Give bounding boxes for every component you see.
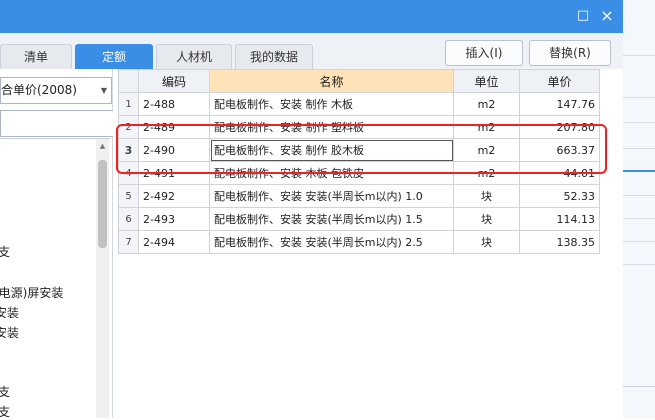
- table-header-row: 编码 名称 单位 单价: [118, 69, 600, 93]
- replace-button[interactable]: 替换(R): [529, 40, 611, 66]
- column-header-name[interactable]: 名称: [209, 69, 454, 93]
- column-header-code[interactable]: 编码: [138, 69, 210, 93]
- price-cell[interactable]: 114.13: [519, 207, 600, 231]
- scroll-up-icon[interactable]: ▲: [96, 141, 109, 151]
- code-cell[interactable]: 2-494: [138, 230, 210, 254]
- code-cell[interactable]: 2-492: [138, 184, 210, 208]
- unit-cell[interactable]: 块: [453, 184, 520, 208]
- tree-item[interactable]: 支: [0, 383, 10, 400]
- row-number-header: [118, 69, 139, 93]
- row-number[interactable]: 7: [118, 230, 139, 254]
- reference-select-value: 综合单价(2008): [1, 83, 77, 97]
- insert-button[interactable]: 插入(I): [445, 40, 523, 66]
- row-number[interactable]: 6: [118, 207, 139, 231]
- tree-item[interactable]: (电源)屏安装: [0, 284, 63, 301]
- name-cell[interactable]: 配电板制作、安装 安装(半周长m以内) 2.5: [209, 230, 454, 254]
- unit-cell[interactable]: m2: [453, 92, 520, 116]
- background-selected-line: [623, 170, 655, 172]
- tree-item[interactable]: 安装: [0, 304, 19, 321]
- maximize-icon[interactable]: □: [574, 7, 592, 25]
- row-number[interactable]: 5: [118, 184, 139, 208]
- background-spreadsheet: [623, 0, 655, 418]
- table-row[interactable]: 6 2-493 配电板制作、安装 安装(半周长m以内) 1.5 块 114.13: [118, 207, 600, 231]
- tab-labor-material-machine[interactable]: 人材机: [156, 44, 232, 69]
- background-grid-line: [623, 148, 655, 149]
- close-icon[interactable]: ×: [598, 7, 616, 25]
- table-row[interactable]: 7 2-494 配电板制作、安装 安装(半周长m以内) 2.5 块 138.35: [118, 230, 600, 254]
- red-highlight-annotation: [116, 124, 607, 174]
- name-cell[interactable]: 配电板制作、安装 安装(半周长m以内) 1.5: [209, 207, 454, 231]
- background-grid-line: [623, 218, 655, 219]
- name-cell[interactable]: 配电板制作、安装 安装(半周长m以内) 1.0: [209, 184, 454, 208]
- background-grid-line: [623, 97, 655, 98]
- tab-bill-list[interactable]: 清单: [0, 44, 72, 69]
- code-cell[interactable]: 2-488: [138, 92, 210, 116]
- reference-select[interactable]: 综合单价(2008) ▼: [0, 77, 112, 104]
- search-input[interactable]: [0, 110, 114, 137]
- column-header-unit[interactable]: 单位: [453, 69, 520, 93]
- column-header-price[interactable]: 单价: [519, 69, 600, 93]
- background-grid-line: [623, 241, 655, 242]
- price-cell[interactable]: 138.35: [519, 230, 600, 254]
- tab-my-data[interactable]: 我的数据: [235, 44, 313, 69]
- name-cell[interactable]: 配电板制作、安装 制作 木板: [209, 92, 454, 116]
- background-grid-line: [623, 122, 655, 123]
- background-grid-line: [623, 55, 655, 56]
- background-grid-line: [623, 386, 655, 387]
- chapter-tree: 支 (电源)屏安装 安装 安装 支 支: [0, 138, 110, 419]
- tab-quota[interactable]: 定额: [75, 44, 153, 69]
- unit-cell[interactable]: 块: [453, 207, 520, 231]
- price-cell[interactable]: 52.33: [519, 184, 600, 208]
- chevron-down-icon: ▼: [100, 86, 107, 95]
- tree-item[interactable]: 安装: [0, 324, 19, 341]
- background-grid-line: [623, 195, 655, 196]
- price-cell[interactable]: 147.76: [519, 92, 600, 116]
- tree-item[interactable]: 支: [0, 243, 10, 260]
- tree-item[interactable]: 支: [0, 403, 10, 420]
- unit-cell[interactable]: 块: [453, 230, 520, 254]
- table-row[interactable]: 1 2-488 配电板制作、安装 制作 木板 m2 147.76: [118, 92, 600, 116]
- code-cell[interactable]: 2-493: [138, 207, 210, 231]
- background-grid-line: [623, 264, 655, 265]
- row-number[interactable]: 1: [118, 92, 139, 116]
- scrollbar-thumb[interactable]: [98, 160, 107, 248]
- table-row[interactable]: 5 2-492 配电板制作、安装 安装(半周长m以内) 1.0 块 52.33: [118, 184, 600, 208]
- dialog-title-bar[interactable]: [0, 0, 623, 33]
